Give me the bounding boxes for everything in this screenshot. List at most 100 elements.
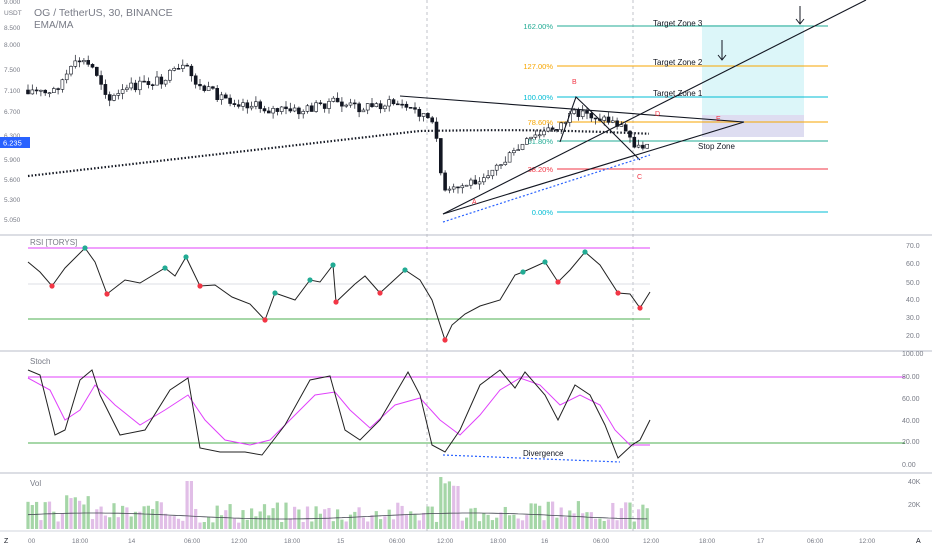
candle-body[interactable]	[632, 136, 637, 148]
rsi-title[interactable]: RSI [TORYS]	[30, 238, 77, 247]
candle-body[interactable]	[51, 88, 56, 93]
candle-body[interactable]	[473, 179, 478, 185]
stoch-pane[interactable]: Divergence Stoch 100.00 80.00 60.00 40.00 20…	[27, 351, 924, 469]
candle-body[interactable]	[365, 103, 370, 111]
candle-body[interactable]	[512, 150, 516, 154]
candle-body[interactable]	[168, 69, 172, 81]
candle-body[interactable]	[619, 124, 624, 127]
indicator-legend[interactable]: EMA/MA	[34, 20, 73, 31]
candle-body[interactable]	[266, 110, 271, 114]
time-label[interactable]: 18:00	[699, 538, 716, 545]
candle-body[interactable]	[254, 101, 258, 107]
candle-body[interactable]	[580, 110, 585, 117]
candle-body[interactable]	[537, 134, 542, 137]
candle-body[interactable]	[408, 107, 413, 109]
candle-body[interactable]	[305, 105, 310, 112]
divergence-label[interactable]: Divergence	[523, 449, 564, 458]
candle-body[interactable]	[181, 64, 185, 69]
candle-body[interactable]	[572, 109, 576, 114]
candle-body[interactable]	[219, 94, 224, 100]
candle-body[interactable]	[245, 102, 250, 109]
candle-body[interactable]	[447, 188, 452, 191]
candle-body[interactable]	[524, 138, 529, 145]
candle-body[interactable]	[125, 87, 129, 90]
candle-body[interactable]	[155, 76, 159, 86]
symbol-title[interactable]: OG / TetherUS, 30, BINANCE	[34, 7, 173, 19]
candle-body[interactable]	[202, 85, 207, 91]
candle-body[interactable]	[64, 73, 69, 81]
candle-body[interactable]	[593, 117, 598, 120]
time-label[interactable]: 14	[128, 538, 136, 545]
candle-body[interactable]	[211, 86, 215, 89]
candle-body[interactable]	[464, 184, 469, 187]
timezone-tool[interactable]: Z	[4, 538, 9, 545]
candle-body[interactable]	[585, 110, 589, 114]
time-label[interactable]: 18:00	[284, 538, 301, 545]
candle-body[interactable]	[546, 127, 551, 132]
candle-body[interactable]	[279, 106, 284, 112]
candle-body[interactable]	[236, 104, 241, 107]
candle-body[interactable]	[628, 130, 632, 138]
target-zone-3-label[interactable]: Target Zone 3	[653, 19, 703, 28]
candle-body[interactable]	[30, 89, 35, 95]
candle-body[interactable]	[327, 101, 331, 109]
candle-body[interactable]	[275, 108, 280, 112]
candle-body[interactable]	[542, 130, 546, 136]
candle-body[interactable]	[43, 89, 48, 94]
candle-body[interactable]	[576, 109, 581, 117]
candle-body[interactable]	[176, 68, 181, 70]
stop-zone-label[interactable]: Stop Zone	[698, 142, 735, 151]
candle-body[interactable]	[370, 103, 374, 107]
candle-body[interactable]	[623, 124, 628, 132]
candle-body[interactable]	[443, 172, 447, 191]
time-label[interactable]: 12:00	[231, 538, 248, 545]
time-label[interactable]: 12:00	[643, 538, 660, 545]
candle-body[interactable]	[318, 102, 323, 105]
candle-body[interactable]	[507, 152, 512, 163]
candle-body[interactable]	[494, 164, 499, 171]
volume-title[interactable]: Vol	[30, 479, 41, 488]
candle-body[interactable]	[529, 136, 533, 139]
candle-body[interactable]	[641, 144, 645, 149]
candle-body[interactable]	[159, 76, 164, 85]
candle-body[interactable]	[391, 99, 396, 105]
candle-body[interactable]	[86, 60, 90, 65]
candle-body[interactable]	[378, 103, 383, 110]
candle-body[interactable]	[249, 105, 254, 109]
candle-body[interactable]	[189, 65, 194, 77]
candle-body[interactable]	[120, 89, 125, 94]
candle-body[interactable]	[335, 97, 340, 103]
candle-body[interactable]	[451, 186, 456, 190]
candle-body[interactable]	[331, 97, 336, 102]
time-label[interactable]: 12:00	[859, 538, 876, 545]
candle-body[interactable]	[387, 99, 392, 107]
candle-body[interactable]	[348, 102, 353, 106]
candle-body[interactable]	[490, 169, 495, 177]
candle-body[interactable]	[340, 101, 344, 107]
candle-body[interactable]	[284, 106, 288, 110]
candle-body[interactable]	[456, 186, 460, 189]
target-zone-1-label[interactable]: Target Zone 1	[653, 89, 703, 98]
time-label[interactable]: 16	[541, 538, 549, 545]
candle-body[interactable]	[262, 108, 267, 112]
candle-body[interactable]	[438, 138, 443, 174]
candle-body[interactable]	[309, 105, 314, 112]
time-label[interactable]: 12:00	[437, 538, 454, 545]
candle-body[interactable]	[314, 102, 318, 112]
candle-body[interactable]	[606, 116, 611, 123]
candle-body[interactable]	[421, 113, 426, 117]
candle-body[interactable]	[73, 60, 78, 67]
candle-body[interactable]	[47, 92, 52, 94]
fib-level-label[interactable]: 100.00%	[523, 93, 553, 102]
candle-body[interactable]	[82, 60, 86, 63]
time-label[interactable]: 06:00	[184, 538, 201, 545]
candle-body[interactable]	[39, 89, 43, 92]
candle-body[interactable]	[417, 108, 422, 117]
candle-body[interactable]	[193, 75, 198, 85]
time-label[interactable]: 00	[28, 538, 36, 545]
volume-pane[interactable]: Vol 40K 20K	[26, 476, 921, 529]
time-label[interactable]: 06:00	[593, 538, 610, 545]
candle-body[interactable]	[533, 134, 538, 138]
candle-body[interactable]	[383, 105, 387, 110]
candle-body[interactable]	[357, 103, 361, 113]
